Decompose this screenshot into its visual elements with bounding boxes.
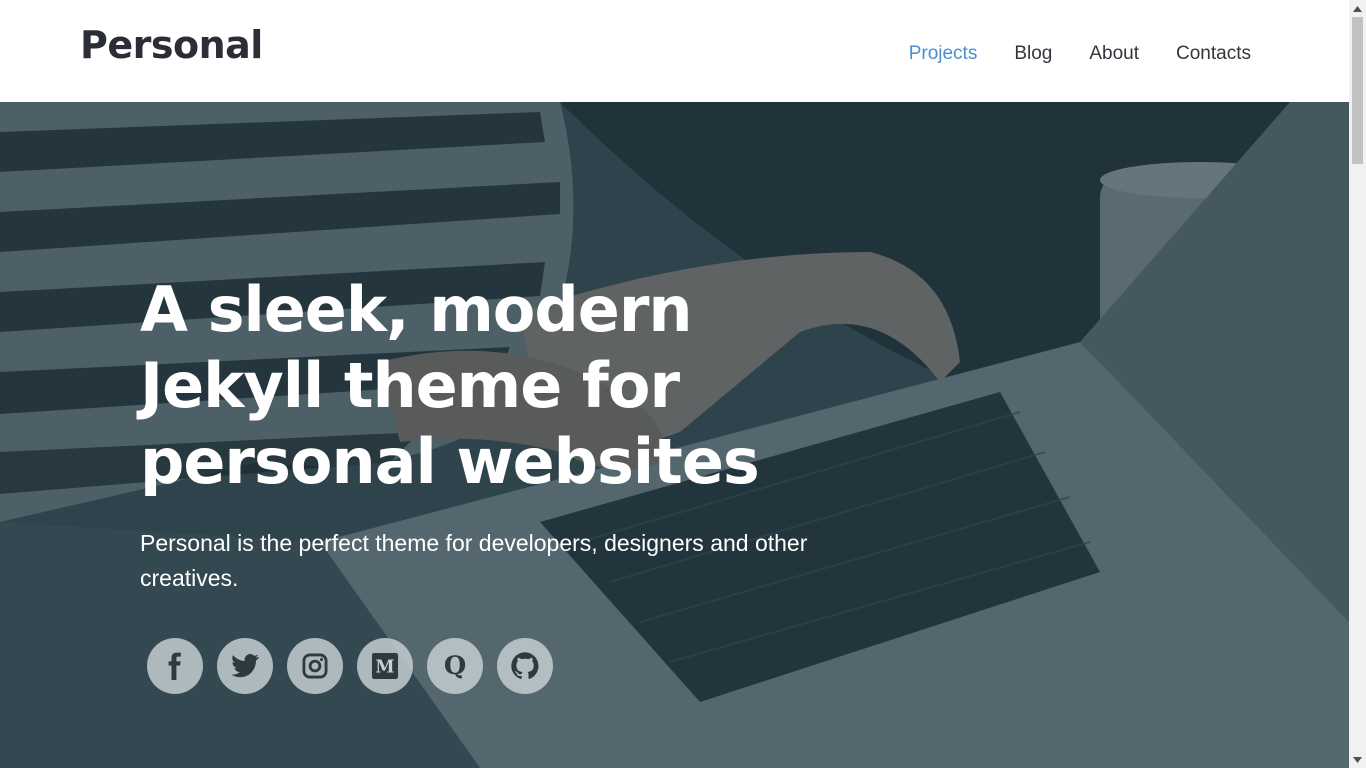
instagram-icon bbox=[302, 653, 328, 679]
quora-icon: Q bbox=[444, 652, 466, 680]
svg-text:M: M bbox=[375, 658, 394, 678]
hero-subtitle: Personal is the perfect theme for develo… bbox=[140, 530, 808, 591]
facebook-link[interactable] bbox=[147, 638, 203, 694]
vertical-scrollbar[interactable] bbox=[1349, 0, 1366, 768]
brand-logo[interactable]: Personal bbox=[80, 22, 263, 68]
twitter-icon bbox=[231, 654, 259, 678]
scroll-down-arrow-icon[interactable] bbox=[1349, 751, 1366, 768]
navbar: Personal Projects Blog About Contacts bbox=[0, 0, 1349, 102]
facebook-icon bbox=[168, 652, 181, 680]
nav-about[interactable]: About bbox=[1089, 42, 1139, 66]
main-nav: Projects Blog About Contacts bbox=[909, 42, 1251, 66]
nav-contacts[interactable]: Contacts bbox=[1176, 42, 1251, 66]
github-link[interactable] bbox=[497, 638, 553, 694]
scrollbar-thumb[interactable] bbox=[1352, 17, 1363, 164]
scroll-up-arrow-icon[interactable] bbox=[1349, 0, 1366, 17]
quora-link[interactable]: Q bbox=[427, 638, 483, 694]
nav-projects[interactable]: Projects bbox=[909, 42, 978, 66]
medium-icon: M bbox=[372, 653, 398, 679]
github-icon bbox=[511, 652, 539, 680]
instagram-link[interactable] bbox=[287, 638, 343, 694]
twitter-link[interactable] bbox=[217, 638, 273, 694]
medium-link[interactable]: M bbox=[357, 638, 413, 694]
svg-text:Q: Q bbox=[444, 652, 466, 680]
nav-blog[interactable]: Blog bbox=[1014, 42, 1052, 66]
hero-section: A sleek, modern Jekyll theme for persona… bbox=[0, 102, 1349, 768]
social-links: M Q bbox=[147, 638, 553, 694]
hero-title: A sleek, modern Jekyll theme for persona… bbox=[140, 273, 760, 498]
